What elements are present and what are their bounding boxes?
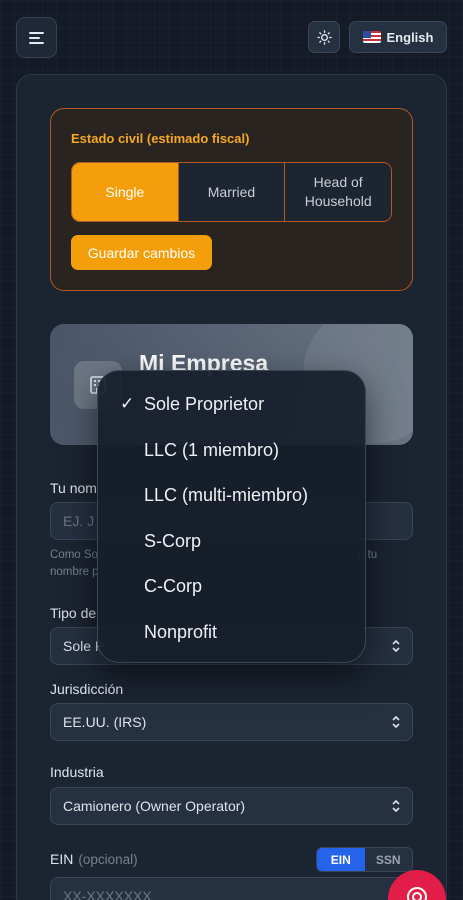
- option-head-of-household[interactable]: Head of Household: [284, 163, 391, 221]
- help-text-left: Como So: [50, 549, 98, 561]
- dropdown-option[interactable]: C-Corp: [144, 576, 202, 597]
- ein-label: EIN (opcional): [50, 851, 138, 867]
- dropdown-option[interactable]: Nonprofit: [144, 622, 217, 643]
- industry-select[interactable]: Camionero (Owner Operator): [50, 787, 413, 825]
- business-type-dropdown: ✓ Sole Proprietor LLC (1 miembro) LLC (m…: [97, 370, 366, 663]
- option-single[interactable]: Single: [72, 163, 178, 221]
- us-flag-icon: [362, 31, 381, 43]
- name-placeholder: EJ. J: [63, 513, 95, 529]
- jurisdiction-select[interactable]: EE.UU. (IRS): [50, 703, 413, 741]
- menu-icon: [28, 31, 44, 44]
- marital-status-panel: Estado civil (estimado fiscal) Single Ma…: [50, 108, 413, 291]
- top-bar: English: [16, 17, 447, 58]
- ein-input[interactable]: XX-XXXXXXX: [50, 877, 413, 900]
- sun-icon: [316, 29, 332, 45]
- marital-status-segmented-control: Single Married Head of Household: [71, 162, 392, 222]
- dropdown-option[interactable]: LLC (1 miembro): [144, 440, 279, 461]
- dropdown-option[interactable]: Sole Proprietor: [144, 394, 264, 415]
- language-label: English: [386, 29, 434, 45]
- select-chevron-icon: [392, 799, 400, 813]
- dropdown-option[interactable]: LLC (multi-miembro): [144, 485, 308, 506]
- checkmark-icon: ✓: [120, 394, 135, 413]
- select-chevron-icon: [392, 715, 400, 729]
- option-married[interactable]: Married: [177, 163, 285, 221]
- option-head-of-household-label: Head of Household: [304, 174, 372, 209]
- dropdown-option[interactable]: S-Corp: [144, 531, 201, 552]
- marital-status-title: Estado civil (estimado fiscal): [71, 131, 250, 146]
- language-selector[interactable]: English: [349, 21, 447, 53]
- toggle-ssn[interactable]: SSN: [364, 848, 412, 871]
- save-changes-button[interactable]: Guardar cambios: [71, 235, 212, 270]
- select-chevron-icon: [392, 639, 400, 653]
- menu-button[interactable]: [16, 17, 57, 58]
- help-text-line2: nombre p: [50, 566, 99, 578]
- business-type-label: Tipo de: [50, 605, 97, 621]
- theme-toggle-button[interactable]: [308, 21, 340, 53]
- help-icon: [407, 887, 427, 900]
- industry-label: Industria: [50, 764, 104, 780]
- ein-placeholder: XX-XXXXXXX: [63, 888, 152, 900]
- ein-label-text: EIN: [50, 851, 74, 867]
- jurisdiction-label: Jurisdicción: [50, 681, 124, 697]
- name-label: Tu nom: [50, 480, 97, 496]
- jurisdiction-value: EE.UU. (IRS): [63, 714, 147, 730]
- toggle-ein[interactable]: EIN: [317, 848, 365, 871]
- industry-value: Camionero (Owner Operator): [63, 798, 246, 814]
- ein-ssn-toggle: EIN SSN: [316, 847, 413, 872]
- ein-optional-text: (opcional): [78, 852, 138, 867]
